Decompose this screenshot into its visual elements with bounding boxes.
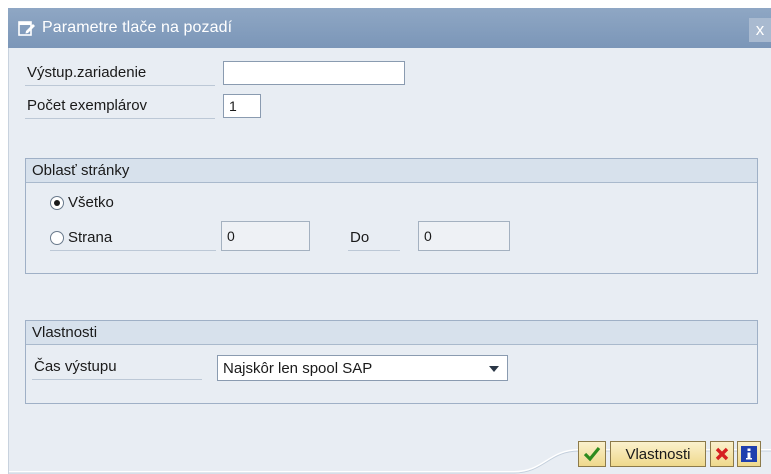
radio-page-label: Strana	[68, 229, 113, 246]
output-device-input[interactable]	[223, 61, 405, 85]
close-icon: x	[755, 20, 765, 39]
red-x-icon	[715, 447, 729, 461]
radio-page-indicator[interactable]	[50, 230, 64, 245]
properties-group: Vlastnosti Čas výstupu Najskôr len spool…	[25, 320, 758, 404]
window-edit-icon	[18, 21, 35, 36]
properties-heading: Vlastnosti	[26, 321, 757, 345]
title-bar: Parametre tlače na pozadí x	[8, 8, 771, 48]
copies-input[interactable]	[223, 94, 261, 118]
green-check-icon	[583, 446, 601, 462]
cancel-button[interactable]	[710, 441, 734, 467]
info-button[interactable]	[737, 441, 761, 467]
confirm-button[interactable]	[578, 441, 606, 467]
dialog-body: Výstup.zariadenie Počet exemplárov Oblas…	[8, 48, 771, 474]
properties-button-label: Vlastnosti	[625, 445, 691, 463]
radio-all-label: Všetko	[68, 194, 114, 211]
window-title: Parametre tlače na pozadí	[42, 19, 233, 36]
page-to-input[interactable]	[418, 221, 510, 251]
copies-label: Počet exemplárov	[25, 96, 215, 119]
properties-button[interactable]: Vlastnosti	[610, 441, 706, 467]
radio-page-underline	[50, 250, 216, 251]
page-area-heading: Oblasť stránky	[26, 159, 757, 183]
radio-all[interactable]: Všetko	[50, 194, 114, 211]
close-button[interactable]: x	[749, 18, 771, 42]
output-device-label: Výstup.zariadenie	[25, 63, 215, 86]
radio-page[interactable]: Strana	[50, 229, 112, 246]
dropdown-caret-icon[interactable]	[489, 366, 499, 372]
page-area-group: Oblasť stránky Všetko Strana Do	[25, 158, 758, 274]
output-time-select[interactable]: Najskôr len spool SAP	[217, 355, 508, 381]
page-from-input[interactable]	[221, 221, 310, 251]
info-icon	[741, 446, 757, 462]
output-time-value: Najskôr len spool SAP	[223, 359, 373, 377]
to-label: Do	[348, 228, 400, 251]
radio-all-indicator[interactable]	[50, 195, 64, 210]
output-time-label: Čas výstupu	[32, 357, 202, 380]
